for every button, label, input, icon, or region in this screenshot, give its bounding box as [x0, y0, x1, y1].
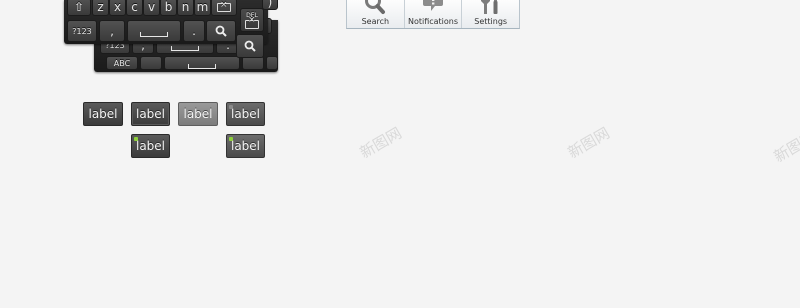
action-notifications-label: Notifications [407, 17, 459, 26]
key-period[interactable]: . [183, 20, 205, 42]
action-settings[interactable]: Settings [462, 0, 519, 28]
label-toggle-on-alt[interactable]: label [226, 134, 265, 158]
watermark-3: 新图网 [770, 127, 800, 166]
key-shift[interactable]: ⇧ [67, 0, 91, 16]
key-delete[interactable] [211, 0, 237, 16]
toggle-indicator-off [229, 105, 233, 109]
action-notifications[interactable]: Notifications [405, 0, 463, 28]
label-toggle-on-alt-text: label [230, 139, 261, 153]
label-button-default[interactable]: label [83, 102, 123, 126]
label-toggle-on[interactable]: label [131, 134, 170, 158]
key-x[interactable]: x [109, 0, 126, 16]
label-button-pressed[interactable]: label [131, 102, 170, 126]
key-abc-back[interactable]: ABC [106, 56, 138, 70]
backspace-icon [217, 0, 231, 12]
settings-icon [480, 0, 498, 14]
toggle-indicator-on-alt [229, 137, 233, 141]
action-search[interactable]: Search [347, 0, 405, 28]
key-b[interactable]: b [160, 0, 177, 16]
search-icon [215, 25, 227, 37]
space-icon [140, 31, 168, 37]
toggle-indicator-on [134, 137, 138, 141]
notifications-icon [423, 0, 443, 11]
key-spacer-back-1[interactable] [140, 56, 162, 70]
action-bar: Search Notifications Settings [346, 0, 520, 29]
key-paren[interactable]: ) [262, 0, 278, 10]
key-m[interactable]: m [194, 0, 211, 16]
key-v[interactable]: v [143, 0, 160, 16]
key-z[interactable]: z [92, 0, 109, 16]
key-c[interactable]: c [126, 0, 143, 16]
key-sym[interactable]: ?123 [67, 20, 97, 42]
key-space-back-2[interactable] [164, 56, 240, 70]
key-del[interactable]: DEL [240, 8, 264, 32]
watermark-1: 新图网 [356, 123, 405, 162]
key-n[interactable]: n [177, 0, 194, 16]
watermark-2: 新图网 [564, 123, 613, 162]
space-icon [188, 63, 216, 69]
search-icon [365, 0, 386, 14]
backspace-icon [245, 17, 259, 29]
space-icon [171, 45, 199, 51]
label-button-disabled[interactable]: label [178, 102, 218, 126]
search-icon [244, 40, 256, 52]
key-comma[interactable]: , [99, 20, 125, 42]
label-toggle-off[interactable]: label [226, 102, 265, 126]
key-space[interactable] [127, 20, 181, 42]
label-toggle-off-text: label [230, 107, 261, 121]
key-period-back-2[interactable] [242, 56, 264, 70]
key-search-right[interactable] [236, 34, 264, 58]
label-toggle-on-text: label [135, 139, 166, 153]
key-search[interactable] [206, 20, 236, 42]
action-search-label: Search [361, 17, 390, 26]
action-settings-label: Settings [474, 17, 508, 26]
key-search-back-2[interactable] [266, 56, 278, 70]
